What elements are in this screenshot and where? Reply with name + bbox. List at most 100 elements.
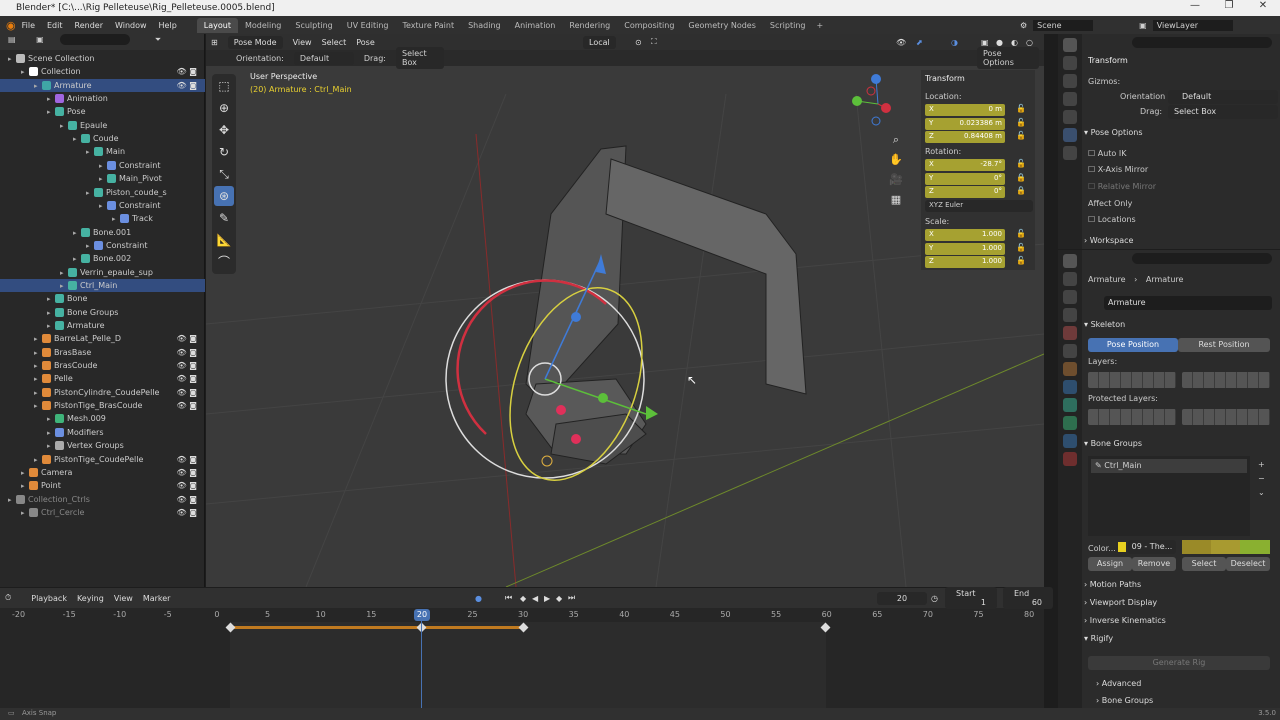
outliner-item[interactable]: ▸ Animation [0,92,205,105]
expand-arrow-icon[interactable]: ▸ [47,293,55,306]
gizmo-y-handle[interactable] [598,393,608,403]
texture-icon[interactable] [1063,452,1077,466]
workspace-tab-geometry-nodes[interactable]: Geometry Nodes [681,18,762,33]
outliner-item[interactable]: ▸ Track [0,212,205,225]
outliner-item[interactable]: ▸ Vertex Groups [0,439,205,452]
outliner-item[interactable]: ▸ Ctrl_Main [0,278,205,292]
outliner-item[interactable]: ▸ Armature [0,319,205,332]
breadcrumb-object[interactable]: Armature [1088,275,1126,284]
outliner-item[interactable]: ▸ Piston_coude_s [0,186,205,199]
protected-layers-grid-a[interactable] [1088,409,1176,425]
rotation-y-field[interactable]: Y 0° [925,172,1005,185]
auto-ik-checkbox[interactable]: ☐ Auto IK [1088,149,1126,158]
outliner-item[interactable]: ▸ Camera 👁 ◙ [0,466,205,479]
layers-grid-b[interactable] [1182,372,1270,388]
workspace-tab-layout[interactable]: Layout [196,17,238,33]
render-props-icon[interactable] [1063,272,1077,286]
scene-props-icon[interactable] [1063,110,1077,124]
gizmo-y-arrow-icon[interactable] [646,406,658,420]
lock-icon[interactable]: 🔓 [1016,159,1026,168]
zoom-icon[interactable]: ⌕ [889,130,903,150]
expand-arrow-icon[interactable]: ▸ [34,333,42,346]
expand-arrow-icon[interactable]: ▸ [86,240,94,253]
inverse-kinematics-section[interactable]: › Inverse Kinematics [1084,613,1278,629]
add-bone-group-icon[interactable]: + [1258,458,1265,472]
expand-arrow-icon[interactable]: ▸ [47,320,55,333]
expand-arrow-icon[interactable]: ▸ [99,173,107,186]
expand-arrow-icon[interactable]: ▸ [34,400,42,413]
remove-button[interactable]: Remove [1132,557,1176,571]
expand-arrow-icon[interactable]: ▸ [86,146,94,159]
armature-name-field[interactable]: Armature [1104,296,1272,310]
outliner-item[interactable]: ▸ Modifiers [0,426,205,439]
display-mode-icon[interactable]: ▤ [8,35,16,44]
workspace-tab-texture-paint[interactable]: Texture Paint [395,18,461,33]
menu-edit[interactable]: Edit [47,21,63,30]
playhead-frame[interactable]: 20 [414,609,430,621]
expand-arrow-icon[interactable]: ▸ [73,133,81,146]
rotation-z-field[interactable]: Z 0° [925,186,1005,198]
protected-layers-grid-b[interactable] [1182,409,1270,425]
viewport-display-section[interactable]: › Viewport Display [1084,595,1278,611]
outliner-item[interactable]: ▸ Pelle 👁 ◙ [0,372,205,385]
visibility-toggle-icon[interactable]: 👁 ◙ [177,346,197,359]
orientation-dropdown[interactable]: Default [293,51,354,65]
jump-end-icon[interactable]: ⏭ [568,593,575,603]
workspace-tab-shading[interactable]: Shading [461,18,508,33]
timeline-menu-keying[interactable]: Keying [77,594,104,603]
expand-arrow-icon[interactable]: ▸ [8,53,16,66]
outliner-item[interactable]: ▸ Bone Groups [0,306,205,319]
outliner-item[interactable]: ▸ Coude [0,132,205,145]
properties-search-input[interactable] [1132,37,1272,48]
rotation-mode-dropdown[interactable]: XYZ Euler [925,200,1033,212]
outliner-item[interactable]: ▸ PistonCylindre_CoudePelle 👁 ◙ [0,386,205,399]
expand-arrow-icon[interactable]: ▸ [47,93,55,106]
bone-props-icon[interactable] [1063,416,1077,430]
visibility-toggle-icon[interactable]: 👁 ◙ [177,493,197,506]
expand-arrow-icon[interactable]: ▸ [34,373,42,386]
bone-tool-icon[interactable]: ⌒ [214,252,234,272]
breadcrumb-data[interactable]: Armature [1146,275,1184,284]
pivot-icon[interactable]: ⊙ [635,38,642,47]
start-frame-field[interactable]: Start 1 [945,587,997,609]
remove-bone-group-icon[interactable]: − [1258,472,1265,486]
tool-settings-icon[interactable] [1063,38,1077,52]
select-box-tool-icon[interactable]: ⬚ [214,76,234,96]
prev-keyframe-icon[interactable]: ◆ [520,594,526,603]
3d-viewport[interactable]: ↖ ⊞ Pose Mode View Select Pose Local ⊙ ⛶ 👁… [206,34,1044,587]
current-frame-field[interactable]: 20 [877,591,927,605]
relative-mirror-checkbox[interactable]: ☐ Relative Mirror [1088,182,1156,191]
expand-arrow-icon[interactable]: ▸ [34,454,42,467]
bone-constraint-icon[interactable] [1063,434,1077,448]
preview-range-icon[interactable]: ◷ [931,594,938,603]
menu-render[interactable]: Render [75,21,103,30]
world-props-icon[interactable] [1063,128,1077,142]
expand-arrow-icon[interactable]: ▸ [34,387,42,400]
orientation-dropdown-2[interactable]: Default [1168,90,1278,104]
visibility-toggle-icon[interactable]: 👁 ◙ [177,506,197,519]
outliner-item[interactable]: ▸ Bone.001 [0,226,205,239]
gizmo-x-handle[interactable] [556,405,566,415]
collection-props-icon[interactable] [1063,146,1077,160]
bone-groups-list[interactable]: ✎ Ctrl_Main [1088,456,1250,536]
workspace-tab-sculpting[interactable]: Sculpting [288,18,339,33]
expand-arrow-icon[interactable]: ▸ [47,106,55,119]
physics-icon[interactable] [1063,380,1077,394]
scale-x-field[interactable]: X 1.000 [925,229,1005,241]
next-keyframe-icon[interactable]: ◆ [556,594,562,603]
outliner-item[interactable]: ▸ Ctrl_Cercle 👁 ◙ [0,506,205,519]
cursor-tool-icon[interactable]: ⊕ [214,98,234,118]
rotate-tool-icon[interactable]: ↻ [214,142,234,162]
armature-data-icon[interactable] [1063,398,1077,412]
editor-type-icon[interactable]: ⊞ [211,38,218,47]
outliner-item[interactable]: ▸ Point 👁 ◙ [0,479,205,492]
workspace-tab-uv-editing[interactable]: UV Editing [340,18,396,33]
outliner-item[interactable]: ▸ Mesh.009 [0,412,205,425]
expand-arrow-icon[interactable]: ▸ [112,213,120,226]
visibility-toggle-icon[interactable]: 👁 ◙ [177,79,197,92]
view-layer-name[interactable]: ViewLayer [1152,19,1233,31]
outliner-item[interactable]: ▸ Scene Collection [0,52,205,65]
motion-paths-section[interactable]: › Motion Paths [1084,577,1278,593]
scale-z-field[interactable]: Z 1.000 [925,256,1005,268]
location-y-field[interactable]: Y 0.023386 m [925,117,1005,130]
